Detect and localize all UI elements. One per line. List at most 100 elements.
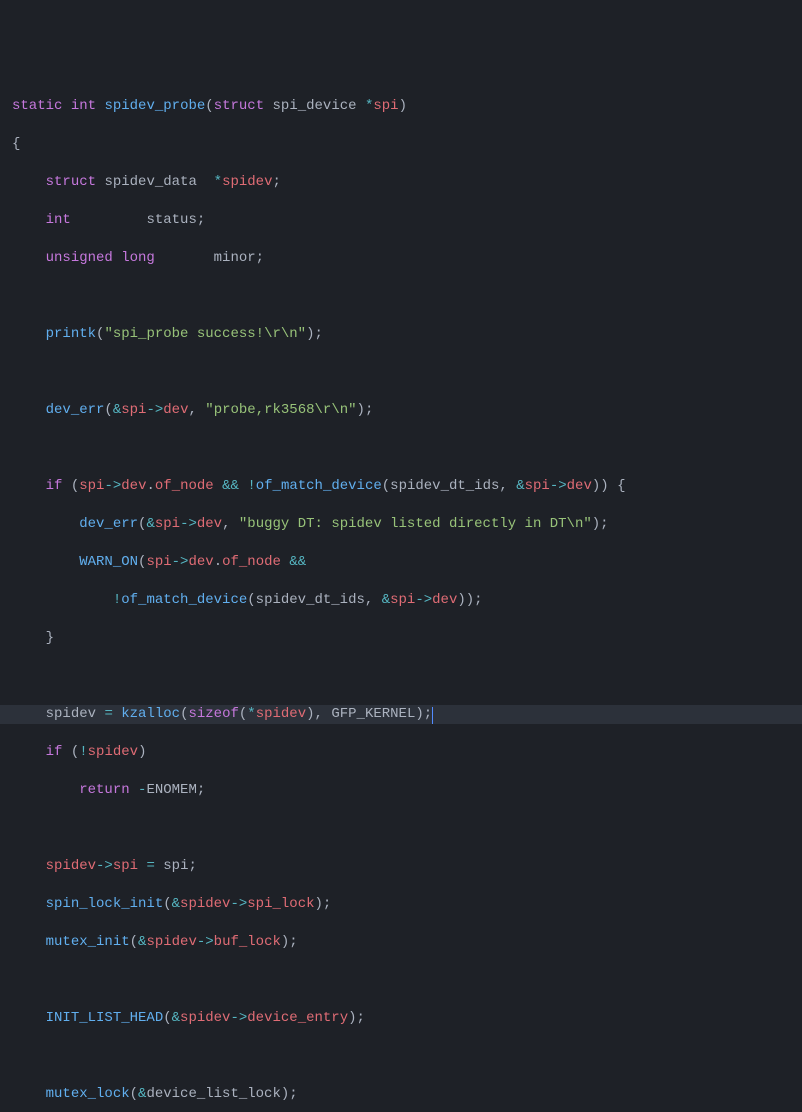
member-device-entry: device_entry [247, 1010, 348, 1026]
operator: & [382, 592, 390, 608]
member-spi: spi [113, 858, 138, 874]
code-line: INIT_LIST_HEAD(&spidev->device_entry); [12, 1009, 802, 1028]
member-dev: dev [163, 402, 188, 418]
operator: & [516, 478, 524, 494]
var-spidev: spidev [46, 858, 96, 874]
fn-init-list-head: INIT_LIST_HEAD [46, 1010, 164, 1026]
var-spidev: spidev [256, 706, 306, 722]
var-device-list-lock: device_list_lock [146, 1086, 280, 1102]
code-line: dev_err(&spi->dev, "probe,rk3568\r\n"); [12, 401, 802, 420]
code-line [12, 1047, 802, 1066]
code-line: !of_match_device(spidev_dt_ids, &spi->de… [12, 591, 802, 610]
string: "buggy DT: spidev listed directly in DT\… [239, 516, 592, 532]
member-dev: dev [567, 478, 592, 494]
fn-spin-lock-init: spin_lock_init [46, 896, 164, 912]
member-dev: dev [121, 478, 146, 494]
code-line [12, 667, 802, 686]
code-line [12, 819, 802, 838]
code-line: mutex_init(&spidev->buf_lock); [12, 933, 802, 952]
type-name: spidev_data [104, 174, 196, 190]
code-line: spin_lock_init(&spidev->spi_lock); [12, 895, 802, 914]
operator: ! [79, 744, 87, 760]
code-editor[interactable]: static int spidev_probe(struct spi_devic… [12, 78, 802, 1112]
code-line: spidev->spi = spi; [12, 857, 802, 876]
code-line [12, 287, 802, 306]
operator: & [113, 402, 121, 418]
member-dev: dev [432, 592, 457, 608]
var-status: status [146, 212, 196, 228]
var-spidev: spidev [180, 896, 230, 912]
string: "probe,rk3568\r\n" [205, 402, 356, 418]
var-minor: minor [214, 250, 256, 266]
operator: = [104, 706, 112, 722]
keyword-if: if [46, 744, 63, 760]
fn-warn-on: WARN_ON [79, 554, 138, 570]
var-spi: spi [146, 554, 171, 570]
brace-close: } [46, 630, 54, 646]
code-line: if (spi->dev.of_node && !of_match_device… [12, 477, 802, 496]
operator: & [172, 896, 180, 912]
keyword-return: return [79, 782, 129, 798]
code-line-active: spidev = kzalloc(sizeof(*spidev), GFP_KE… [0, 705, 802, 724]
operator: & [146, 516, 154, 532]
keyword-unsigned-long: unsigned long [46, 250, 155, 266]
var-spi: spi [121, 402, 146, 418]
code-line: } [12, 629, 802, 648]
var-spi: spi [155, 516, 180, 532]
code-line [12, 971, 802, 990]
var-ids: spidev_dt_ids [390, 478, 499, 494]
code-line: unsigned long minor; [12, 249, 802, 268]
fn-of-match-device: of_match_device [121, 592, 247, 608]
var-spi: spi [79, 478, 104, 494]
function-name: spidev_probe [104, 98, 205, 114]
operator: & [172, 1010, 180, 1026]
operator: ! [113, 592, 121, 608]
code-line: mutex_lock(&device_list_lock); [12, 1085, 802, 1104]
var-spidev: spidev [88, 744, 138, 760]
code-line: printk("spi_probe success!\r\n"); [12, 325, 802, 344]
fn-mutex-lock: mutex_lock [46, 1086, 130, 1102]
brace-open: { [12, 136, 20, 152]
operator: * [247, 706, 255, 722]
operator: & [138, 934, 146, 950]
operator: * [214, 174, 222, 190]
fn-dev-err: dev_err [46, 402, 105, 418]
param-spi: spi [373, 98, 398, 114]
const-enomem: ENOMEM [146, 782, 196, 798]
fn-dev-err: dev_err [79, 516, 138, 532]
code-line [12, 363, 802, 382]
fn-printk: printk [46, 326, 96, 342]
operator: - [138, 782, 146, 798]
var-spidev: spidev [146, 934, 196, 950]
fn-of-match-device: of_match_device [256, 478, 382, 494]
code-line: if (!spidev) [12, 743, 802, 762]
var-spidev: spidev [180, 1010, 230, 1026]
code-line: int status; [12, 211, 802, 230]
member-of-node: of_node [155, 478, 214, 494]
var-spi: spi [390, 592, 415, 608]
fn-kzalloc: kzalloc [121, 706, 180, 722]
keyword-sizeof: sizeof [188, 706, 238, 722]
member-buf-lock: buf_lock [214, 934, 281, 950]
var-spidev: spidev [222, 174, 272, 190]
keyword-static: static [12, 98, 62, 114]
code-line: struct spidev_data *spidev; [12, 173, 802, 192]
keyword-struct: struct [214, 98, 264, 114]
const-gfp-kernel: GFP_KERNEL [331, 706, 415, 722]
type-name: spi_device [273, 98, 357, 114]
fn-mutex-init: mutex_init [46, 934, 130, 950]
operator: & [138, 1086, 146, 1102]
member-of-node: of_node [222, 554, 281, 570]
keyword-struct: struct [46, 174, 96, 190]
keyword-int: int [71, 98, 96, 114]
operator: ! [247, 478, 255, 494]
code-line: { [12, 135, 802, 154]
var-spi: spi [163, 858, 188, 874]
member-dev: dev [197, 516, 222, 532]
var-ids: spidev_dt_ids [256, 592, 365, 608]
member-dev: dev [188, 554, 213, 570]
member-spi-lock: spi_lock [247, 896, 314, 912]
keyword-int: int [46, 212, 71, 228]
keyword-if: if [46, 478, 63, 494]
code-line [12, 439, 802, 458]
